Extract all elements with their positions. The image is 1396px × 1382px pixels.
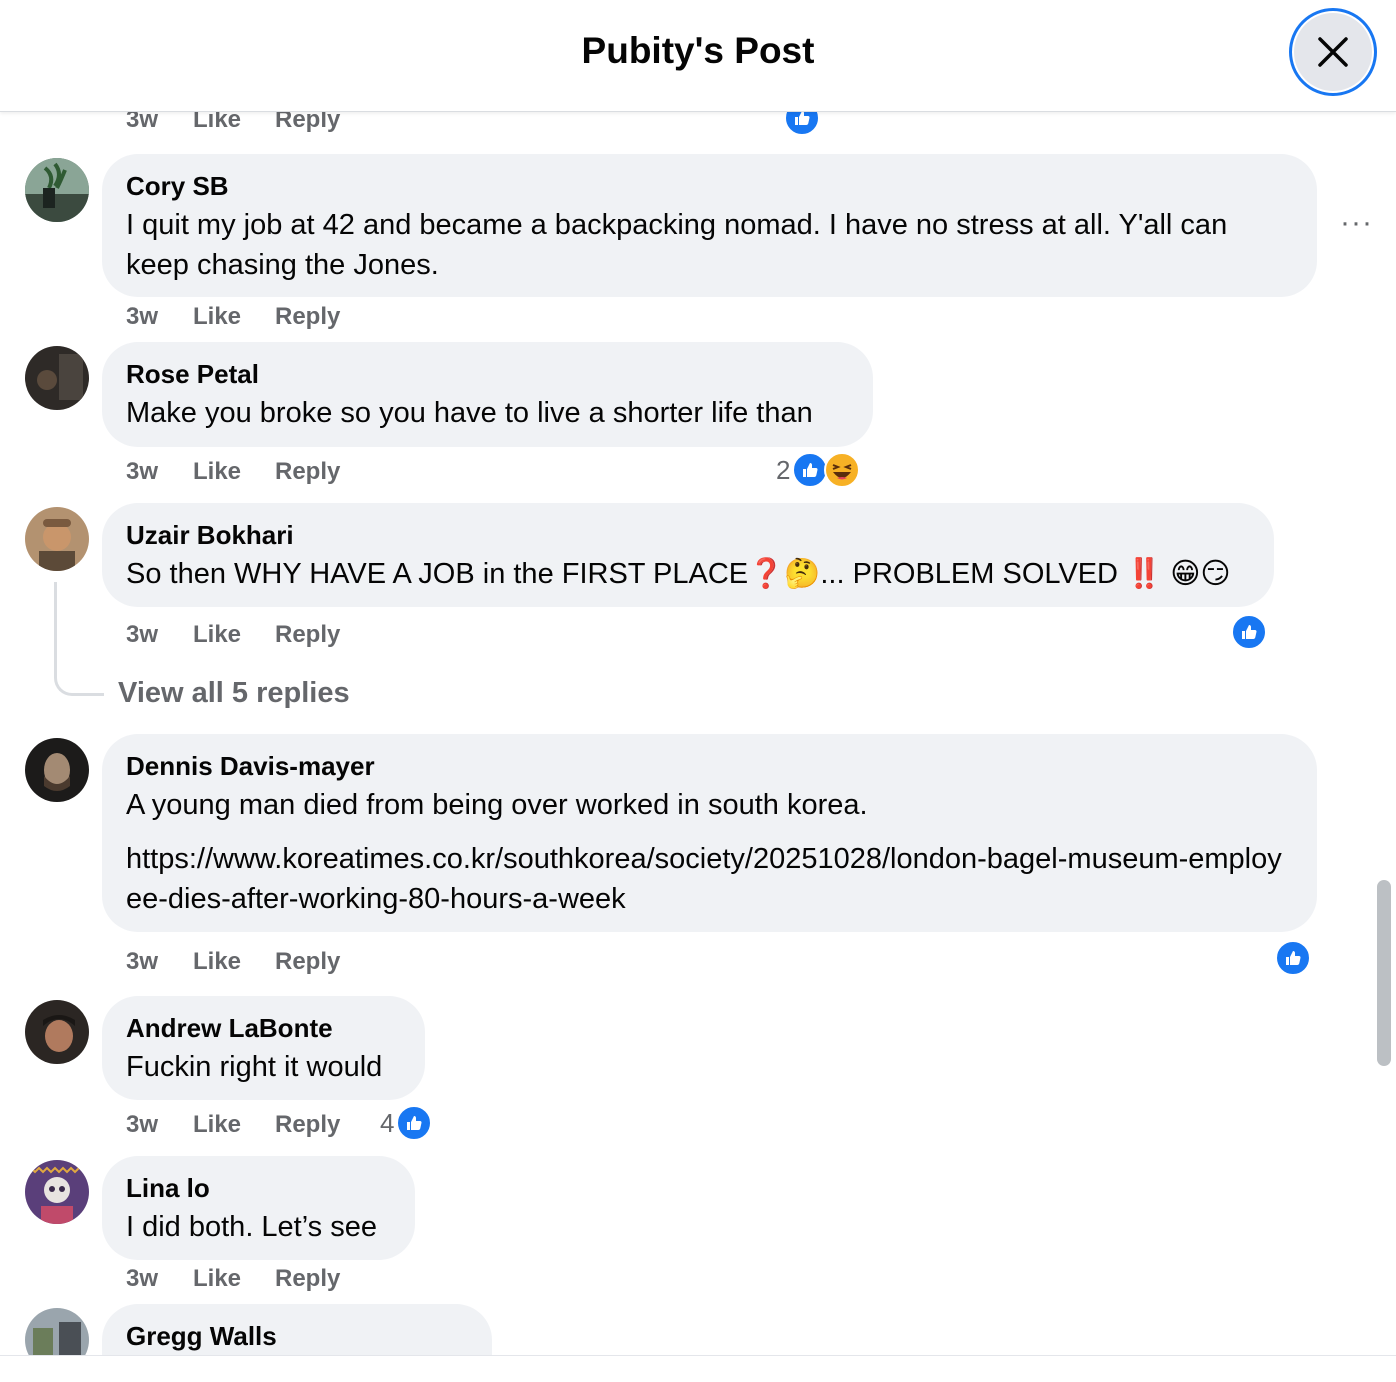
comment-text: So then WHY HAVE A JOB in the FIRST PLAC… xyxy=(126,558,1231,590)
comment-text: I did both. Let’s see xyxy=(126,1211,377,1243)
reply-button[interactable]: Reply xyxy=(275,1265,340,1293)
comment-text: Fuckin right it would xyxy=(126,1051,383,1083)
comment-age: 3w xyxy=(126,1265,159,1292)
comment-author[interactable]: Cory SB xyxy=(126,170,1293,202)
comment-bubble: Dennis Davis-mayer A young man died from… xyxy=(102,734,1317,932)
comment-age: 3w xyxy=(126,1111,159,1138)
like-button[interactable]: Like xyxy=(193,948,275,976)
reply-button[interactable]: Reply xyxy=(275,303,340,331)
comment-age: 3w xyxy=(126,303,159,330)
comment-bubble: Uzair Bokhari So then WHY HAVE A JOB in … xyxy=(102,503,1274,607)
reaction-summary[interactable] xyxy=(1275,940,1311,976)
close-icon xyxy=(1318,37,1348,67)
bottom-edge xyxy=(0,1355,1396,1382)
dialog-header: Pubity's Post xyxy=(0,0,1396,112)
comment-text: Make you broke so you have to live a sho… xyxy=(126,397,813,429)
comment-author[interactable]: Dennis Davis-mayer xyxy=(126,750,1293,782)
like-button[interactable]: Like xyxy=(193,303,275,331)
avatar[interactable] xyxy=(25,158,89,222)
comment-author[interactable]: Rose Petal xyxy=(126,358,849,390)
avatar[interactable] xyxy=(25,346,89,410)
reply-button[interactable]: Reply xyxy=(275,948,340,976)
comment-meta: 3w Like Reply xyxy=(126,621,340,649)
avatar[interactable] xyxy=(25,1160,89,1224)
comment-bubble: Cory SB I quit my job at 42 and became a… xyxy=(102,154,1317,297)
reaction-summary[interactable]: 4 xyxy=(380,1105,433,1141)
page-title: Pubity's Post xyxy=(581,30,815,71)
reply-button[interactable]: Reply xyxy=(275,1111,340,1139)
reaction-count: 4 xyxy=(380,1107,395,1138)
comment-link[interactable]: https://www.koreatimes.co.kr/southkorea/… xyxy=(126,839,1293,919)
like-button[interactable]: Like xyxy=(193,458,275,486)
comment-meta: 3w Like Reply xyxy=(126,1111,340,1139)
like-button[interactable]: Like xyxy=(193,1265,275,1293)
like-reaction-icon xyxy=(1275,940,1311,976)
avatar[interactable] xyxy=(25,738,89,802)
comment-age: 3w xyxy=(126,458,159,485)
like-button[interactable]: Like xyxy=(193,621,275,649)
comment-text: I quit my job at 42 and became a backpac… xyxy=(126,209,1228,281)
comments-feed: 3w Like Reply Cory SB I quit my job at 4… xyxy=(0,0,1396,1382)
comment-author[interactable]: Uzair Bokhari xyxy=(126,519,1250,551)
comment-text: A young man died from being over worked … xyxy=(126,789,868,821)
reaction-summary[interactable]: 2 xyxy=(776,452,861,488)
comment-bubble: Andrew LaBonte Fuckin right it would xyxy=(102,996,425,1100)
comment-meta: 3w Like Reply xyxy=(126,458,340,486)
avatar[interactable] xyxy=(25,1000,89,1064)
comment-age: 3w xyxy=(126,948,159,975)
reaction-count: 2 xyxy=(776,454,791,485)
like-reaction-icon xyxy=(792,452,829,488)
scrollbar-thumb[interactable] xyxy=(1377,880,1391,1066)
like-reaction-icon xyxy=(1231,614,1267,650)
comment-meta: 3w Like Reply xyxy=(126,303,340,331)
like-button[interactable]: Like xyxy=(193,1111,275,1139)
comment-age: 3w xyxy=(126,621,159,648)
close-button[interactable] xyxy=(1289,8,1377,96)
comment-author[interactable]: Lina lo xyxy=(126,1172,391,1204)
avatar[interactable] xyxy=(25,507,89,571)
reaction-summary[interactable] xyxy=(1231,614,1267,650)
comment-meta: 3w Like Reply xyxy=(126,948,340,976)
view-replies-link[interactable]: View all 5 replies xyxy=(118,677,350,710)
comment-author[interactable]: Andrew LaBonte xyxy=(126,1012,401,1044)
comment-author[interactable]: Gregg Walls xyxy=(126,1320,468,1352)
more-options-icon[interactable]: ··· xyxy=(1340,206,1373,240)
reply-button[interactable]: Reply xyxy=(275,458,340,486)
comment-meta: 3w Like Reply xyxy=(126,1265,340,1293)
reply-button[interactable]: Reply xyxy=(275,621,340,649)
like-reaction-icon xyxy=(396,1105,433,1141)
comment-bubble: Rose Petal Make you broke so you have to… xyxy=(102,342,873,447)
comment-bubble: Lina lo I did both. Let’s see xyxy=(102,1156,415,1260)
reply-thread-line xyxy=(54,582,104,696)
haha-reaction-icon xyxy=(824,452,861,488)
